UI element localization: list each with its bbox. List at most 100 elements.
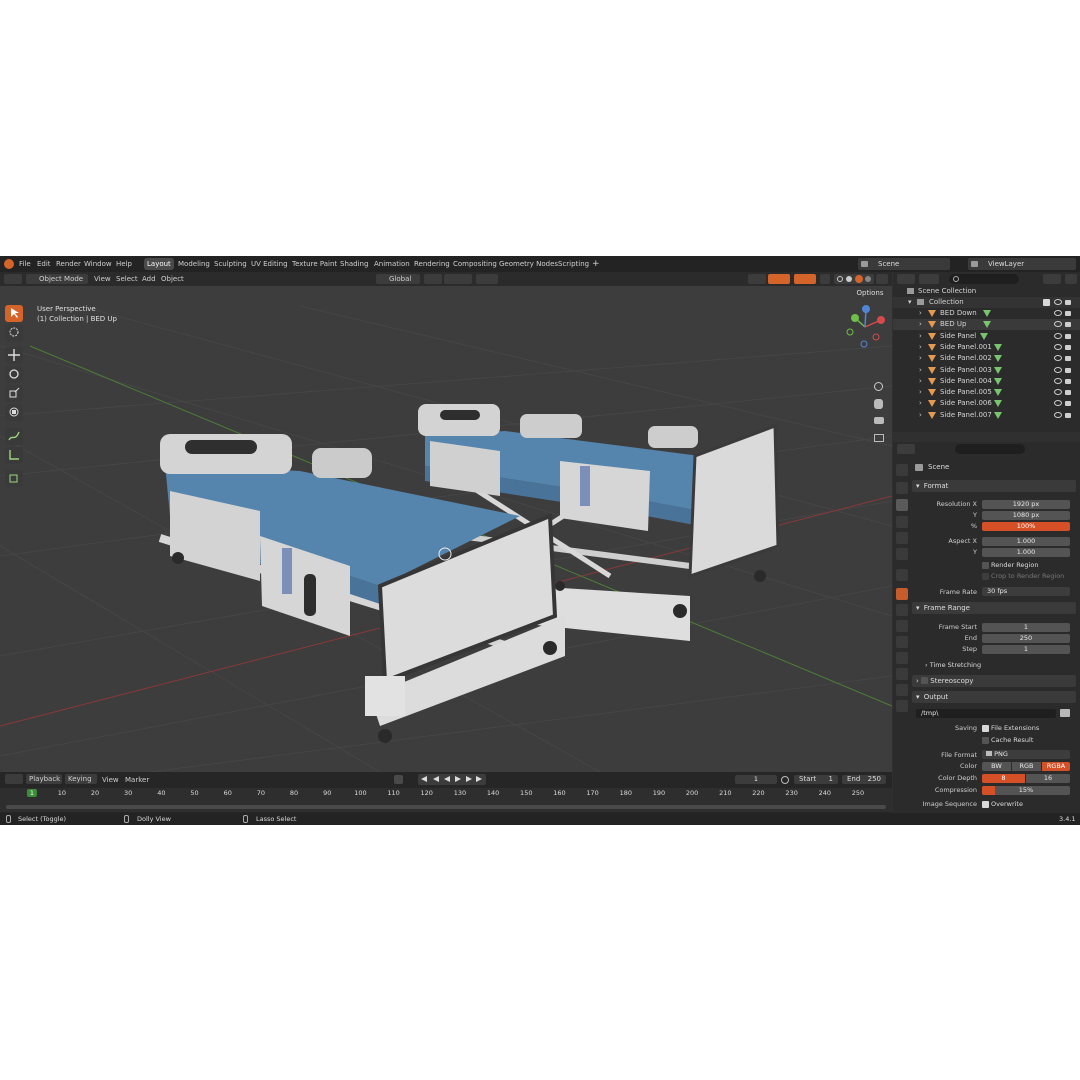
visibility-button[interactable]: [748, 274, 766, 284]
keying-menu[interactable]: Keying: [65, 774, 97, 784]
record-button[interactable]: [394, 775, 403, 784]
timeline-view-menu[interactable]: View: [102, 775, 119, 785]
resolution-percent-field[interactable]: 100%: [982, 522, 1070, 531]
tab-modeling[interactable]: Modeling: [175, 258, 213, 270]
move-tool[interactable]: [5, 347, 23, 364]
expand-arrow-icon[interactable]: ›: [919, 376, 922, 387]
menu-edit[interactable]: Edit: [37, 259, 51, 269]
visibility-eye-icon[interactable]: [1054, 321, 1062, 328]
menu-select[interactable]: Select: [116, 274, 138, 284]
color-rgba-option[interactable]: RGBA: [1042, 762, 1070, 771]
expand-arrow-icon[interactable]: ›: [919, 387, 922, 398]
scene-collection-row[interactable]: Scene Collection: [893, 286, 1080, 297]
stereoscopy-panel-header[interactable]: › Stereoscopy: [912, 675, 1076, 687]
menu-window[interactable]: Window: [84, 259, 112, 269]
editor-type-button[interactable]: [4, 274, 22, 284]
start-frame-field[interactable]: Start 1: [794, 775, 838, 784]
tab-uv-editing[interactable]: UV Editing: [248, 258, 291, 270]
end-frame-field[interactable]: End 250: [842, 775, 886, 784]
scale-tool[interactable]: [5, 385, 23, 402]
properties-editor-button[interactable]: [897, 444, 915, 454]
constraints-tab-icon[interactable]: [896, 652, 908, 664]
output-path-field[interactable]: /tmp\: [916, 709, 1056, 718]
outliner-item[interactable]: › Side Panel.003: [893, 365, 1080, 376]
visibility-eye-icon[interactable]: [1054, 366, 1062, 373]
expand-arrow-icon[interactable]: ›: [919, 365, 922, 376]
outliner-search-input[interactable]: [949, 274, 1019, 284]
color-depth-16-option[interactable]: 16: [1026, 774, 1070, 783]
menu-render[interactable]: Render: [56, 259, 81, 269]
clock-icon[interactable]: [781, 776, 789, 784]
gizmo-button[interactable]: [768, 274, 790, 284]
collection-tab-icon[interactable]: [896, 569, 908, 581]
color-bw-option[interactable]: BW: [982, 762, 1011, 771]
color-rgb-option[interactable]: RGB: [1012, 762, 1041, 771]
timeline-editor-button[interactable]: [5, 774, 23, 784]
menu-add[interactable]: Add: [142, 274, 156, 284]
render-camera-icon[interactable]: [1065, 378, 1071, 384]
aspect-y-field[interactable]: 1.000: [982, 548, 1070, 557]
time-stretching-subpanel[interactable]: › Time Stretching: [925, 661, 981, 669]
expand-arrow-icon[interactable]: ›: [919, 398, 922, 409]
data-tab-icon[interactable]: [896, 668, 908, 680]
collection-checkbox[interactable]: [1043, 299, 1050, 306]
perspective-grid-icon[interactable]: [874, 434, 884, 442]
scene-tab-icon[interactable]: [896, 532, 908, 544]
playback-menu[interactable]: Playback: [26, 774, 62, 784]
resolution-y-field[interactable]: 1080 px: [982, 511, 1070, 520]
select-tool[interactable]: [5, 305, 23, 322]
color-depth-8-option[interactable]: 8: [982, 774, 1025, 783]
measure-tool[interactable]: [5, 447, 23, 464]
prev-key-icon[interactable]: [433, 776, 439, 782]
tab-animation[interactable]: Animation: [371, 258, 413, 270]
tab-layout[interactable]: Layout: [144, 258, 174, 270]
visibility-eye-icon[interactable]: [1054, 310, 1062, 316]
new-collection-button[interactable]: [1065, 274, 1077, 284]
pivot-button[interactable]: [424, 274, 442, 284]
playback-controls[interactable]: [418, 774, 486, 785]
expand-arrow-icon[interactable]: ›: [919, 308, 922, 319]
outliner-item[interactable]: › Side Panel: [893, 331, 1080, 342]
outliner-item[interactable]: › Side Panel.001: [893, 342, 1080, 353]
tab-scripting[interactable]: Scripting: [555, 258, 592, 270]
frame-rate-dropdown[interactable]: 30 fps: [982, 587, 1070, 596]
pan-hand-icon[interactable]: [874, 399, 883, 409]
properties-search-input[interactable]: [955, 444, 1025, 454]
tab-compositing[interactable]: Compositing: [450, 258, 500, 270]
output-tab-icon[interactable]: [896, 499, 908, 511]
render-camera-icon[interactable]: [1065, 311, 1071, 316]
format-panel-header[interactable]: ▾ Format: [912, 480, 1076, 492]
world-tab-icon[interactable]: [896, 548, 908, 560]
visibility-eye-icon[interactable]: [1054, 377, 1062, 384]
3d-viewport[interactable]: User Perspective (1) Collection | BED Up: [0, 286, 892, 772]
outliner-item[interactable]: › BED Up: [893, 319, 1080, 331]
file-extensions-checkbox[interactable]: [982, 725, 989, 732]
cache-result-checkbox[interactable]: [982, 737, 989, 744]
display-mode-button[interactable]: [919, 274, 939, 284]
file-format-dropdown[interactable]: PNG: [982, 750, 1070, 759]
output-panel-header[interactable]: ▾ Output: [912, 691, 1076, 703]
visibility-eye-icon[interactable]: [1054, 400, 1062, 407]
outliner-item[interactable]: › Side Panel.007: [893, 410, 1080, 421]
xray-button[interactable]: [820, 274, 830, 284]
aspect-x-field[interactable]: 1.000: [982, 537, 1070, 546]
stereoscopy-checkbox[interactable]: [921, 677, 929, 684]
render-camera-icon[interactable]: [1065, 367, 1071, 373]
play-reverse-icon[interactable]: [444, 776, 450, 782]
visibility-eye-icon[interactable]: [1054, 411, 1062, 418]
expand-arrow-icon[interactable]: ›: [919, 410, 922, 421]
frame-start-field[interactable]: 1: [982, 623, 1070, 632]
render-camera-icon[interactable]: [1065, 356, 1071, 362]
snap-button[interactable]: [444, 274, 472, 284]
render-camera-icon[interactable]: [1065, 333, 1071, 339]
blender-logo-icon[interactable]: [4, 259, 14, 269]
expand-arrow-icon[interactable]: ▾: [908, 297, 912, 308]
material-tab-icon[interactable]: [896, 684, 908, 696]
filter-button[interactable]: [1043, 274, 1061, 284]
object-tab-icon[interactable]: [896, 588, 908, 600]
tool-tab-icon[interactable]: [896, 464, 908, 476]
collection-eye-icon[interactable]: [1054, 299, 1062, 305]
physics-tab-icon[interactable]: [896, 636, 908, 648]
texture-tab-icon[interactable]: [896, 700, 908, 712]
timeline-marker-menu[interactable]: Marker: [125, 775, 149, 785]
